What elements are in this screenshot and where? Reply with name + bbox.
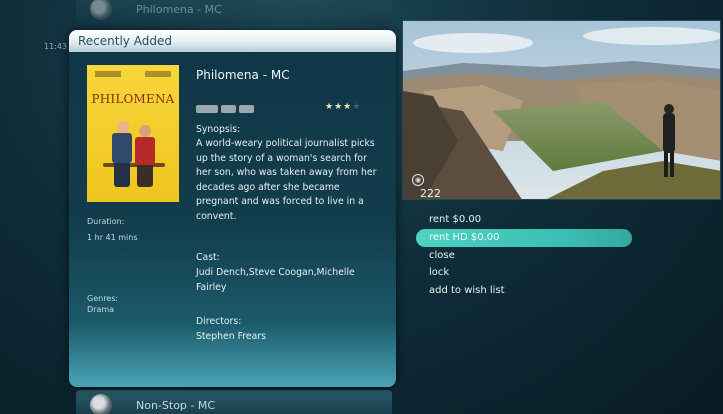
poster-figure — [135, 137, 155, 165]
format-badge — [221, 105, 236, 113]
action-rent-hd[interactable]: rent HD $0.00 — [416, 228, 632, 247]
cast-text: Judi Dench,Steve Coogan,Michelle Fairley — [196, 267, 355, 293]
synopsis-label: Synopsis: — [196, 124, 241, 135]
panel-title: Recently Added — [69, 30, 396, 52]
action-add-to-wish-list[interactable]: add to wish list — [416, 282, 632, 300]
channel-number: 222 — [420, 187, 441, 200]
poster-figure — [117, 121, 129, 133]
details-panel: Recently Added PHILOMENA Duration: 1 hr … — [69, 30, 396, 387]
guide-row-top[interactable]: Philomena - MC — [76, 0, 392, 24]
duration-value: 1 hr 41 mins — [87, 233, 138, 242]
movie-title: Philomena - MC — [196, 68, 290, 82]
disc-icon: ◉ — [412, 174, 424, 186]
guide-row-label: Non-Stop - MC — [136, 398, 216, 412]
star-icon: ★ — [352, 102, 362, 112]
format-badges — [196, 105, 254, 113]
genres-label: Genres: — [87, 294, 119, 303]
poster-figure — [112, 133, 132, 163]
star-icon: ★ — [334, 102, 344, 112]
directors-text: Stephen Frears — [196, 331, 266, 342]
directors-label: Directors: — [196, 316, 242, 327]
poster-title: PHILOMENA — [91, 92, 175, 106]
cast-label: Cast: — [196, 252, 220, 263]
guide-time: 11:43 — [44, 42, 68, 51]
action-close[interactable]: close — [416, 247, 632, 265]
action-menu: rent $0.00 rent HD $0.00 close lock add … — [416, 211, 632, 300]
duration-label: Duration: — [87, 217, 125, 226]
preview-landscape — [403, 21, 720, 199]
star-icon: ★ — [343, 102, 353, 112]
genres-value: Drama — [87, 305, 115, 314]
poster-credits — [95, 71, 171, 77]
synopsis-text: A world-weary political journalist picks… — [196, 138, 377, 222]
channel-logo-icon — [90, 394, 112, 414]
video-preview[interactable] — [402, 20, 721, 200]
poster-figure — [114, 161, 130, 187]
poster-figure — [137, 163, 153, 187]
rating-stars: ★★★★ — [325, 102, 361, 112]
poster-bench — [103, 163, 165, 167]
guide-row-label: Philomena - MC — [136, 2, 222, 16]
action-rent[interactable]: rent $0.00 — [416, 211, 632, 229]
guide-row-bottom[interactable]: Non-Stop - MC — [76, 390, 392, 414]
star-icon: ★ — [325, 102, 335, 112]
channel-logo-icon — [90, 0, 112, 20]
action-lock[interactable]: lock — [416, 264, 632, 282]
format-badge — [239, 105, 254, 113]
format-badge — [196, 105, 218, 113]
movie-poster: PHILOMENA — [87, 65, 179, 202]
poster-figure — [139, 125, 151, 137]
